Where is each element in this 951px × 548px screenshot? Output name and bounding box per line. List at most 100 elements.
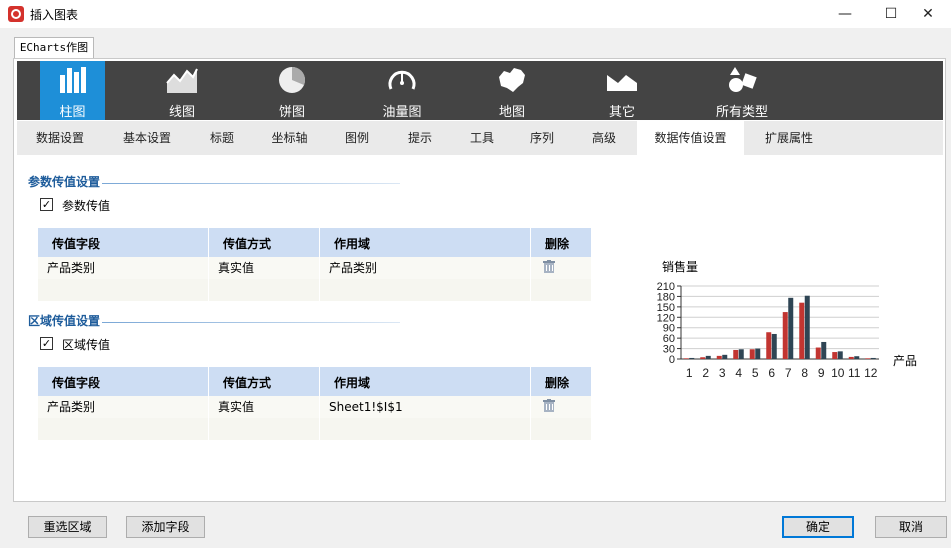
bar-series-1 bbox=[749, 349, 755, 359]
cell-scope[interactable]: Sheet1!$I$1 bbox=[320, 396, 531, 418]
param-section-title: 参数传值设置 bbox=[28, 175, 101, 189]
area-grid: 传值字段 传值方式 作用域 删除 产品类别 真实值 Sheet1!$I$1 bbox=[38, 367, 591, 440]
param-checkbox[interactable]: ✓ bbox=[40, 198, 53, 211]
col-header-delete: 删除 bbox=[545, 237, 570, 251]
reselect-area-button[interactable]: 重选区域 bbox=[28, 516, 107, 538]
x-tick-label: 5 bbox=[752, 366, 759, 380]
bar-series-2 bbox=[837, 351, 843, 359]
bar-series-2 bbox=[870, 357, 876, 359]
bar-series-1 bbox=[716, 355, 722, 359]
bar-chart-icon bbox=[59, 67, 86, 93]
chart-type-label: 油量图 bbox=[382, 105, 422, 120]
cell-field[interactable]: 产品类别 bbox=[38, 257, 209, 279]
chart-type-other[interactable]: 其它 bbox=[587, 61, 657, 120]
x-tick-label: 9 bbox=[818, 366, 825, 380]
tab-advanced[interactable]: 高级 bbox=[579, 121, 629, 155]
y-tick-label: 0 bbox=[669, 354, 675, 366]
echarts-doc-tab[interactable]: ECharts作图 bbox=[14, 37, 94, 59]
tab-data-passing[interactable]: 数据传值设置 bbox=[637, 121, 744, 155]
col-header-method: 传值方式 bbox=[209, 367, 320, 396]
grid-header: 传值字段 传值方式 作用域 删除 bbox=[38, 367, 591, 396]
add-field-button[interactable]: 添加字段 bbox=[126, 516, 205, 538]
bar-series-2 bbox=[705, 355, 711, 359]
settings-tabs: 数据设置 基本设置 标题 坐标轴 图例 提示 工具 序列 高级 数据传值设置 扩… bbox=[17, 121, 943, 155]
trash-icon[interactable] bbox=[543, 260, 555, 273]
trash-icon[interactable] bbox=[543, 399, 555, 412]
chart-type-label: 其它 bbox=[608, 105, 635, 120]
table-row[interactable]: 产品类别 真实值 产品类别 bbox=[38, 257, 591, 279]
chart-type-label: 饼图 bbox=[278, 105, 305, 120]
bar-series-2 bbox=[788, 297, 794, 359]
param-grid: 传值字段 传值方式 作用域 删除 产品类别 真实值 产品类别 bbox=[38, 228, 591, 301]
title-bar: 插入图表 — ☐ ✕ bbox=[0, 0, 951, 28]
tab-axis[interactable]: 坐标轴 bbox=[262, 121, 317, 155]
col-header-scope: 作用域 bbox=[320, 367, 531, 396]
bar-series-2 bbox=[854, 356, 860, 359]
x-tick-label: 1 bbox=[686, 366, 693, 380]
cell-field[interactable]: 产品类别 bbox=[38, 396, 209, 418]
chart-type-map[interactable]: 地图 bbox=[477, 61, 547, 120]
bar-series-2 bbox=[804, 295, 810, 359]
x-tick-label: 4 bbox=[735, 366, 742, 380]
close-button[interactable]: ✕ bbox=[905, 0, 951, 28]
cell-method[interactable]: 真实值 bbox=[209, 396, 320, 418]
x-tick-label: 2 bbox=[702, 366, 709, 380]
chart-type-all[interactable]: 所有类型 bbox=[697, 61, 787, 120]
cell-method[interactable]: 真实值 bbox=[209, 257, 320, 279]
empty-cell bbox=[38, 418, 209, 440]
x-tick-label: 7 bbox=[785, 366, 792, 380]
bar-series-1 bbox=[683, 358, 689, 359]
empty-cell bbox=[209, 279, 320, 301]
table-row[interactable]: 产品类别 真实值 Sheet1!$I$1 bbox=[38, 396, 591, 418]
bar-series-1 bbox=[865, 358, 871, 359]
pie-chart-icon bbox=[279, 67, 305, 93]
tab-basic-settings[interactable]: 基本设置 bbox=[112, 121, 182, 155]
ok-button[interactable]: 确定 bbox=[782, 516, 854, 538]
y-tick-label: 90 bbox=[663, 323, 675, 335]
x-tick-label: 10 bbox=[831, 366, 845, 380]
bar-series-1 bbox=[815, 347, 821, 359]
tab-data-settings[interactable]: 数据设置 bbox=[25, 121, 95, 155]
tab-extended[interactable]: 扩展属性 bbox=[754, 121, 824, 155]
app-icon bbox=[8, 6, 24, 22]
x-tick-label: 6 bbox=[768, 366, 775, 380]
table-row-empty bbox=[38, 279, 591, 301]
chart-type-pie-chart[interactable]: 饼图 bbox=[257, 61, 327, 120]
window-title: 插入图表 bbox=[30, 8, 79, 22]
gauge-icon bbox=[388, 70, 416, 90]
x-tick-label: 11 bbox=[848, 366, 861, 380]
tab-title[interactable]: 标题 bbox=[197, 121, 247, 155]
chart-type-bar: 柱图 线图 饼图 油量图 地图 其它 所有类型 bbox=[17, 61, 943, 120]
bar-series-2 bbox=[771, 333, 777, 359]
tab-tooltip[interactable]: 提示 bbox=[395, 121, 445, 155]
col-header-field: 传值字段 bbox=[38, 367, 209, 396]
y-tick-label: 120 bbox=[657, 312, 675, 324]
param-checkbox-label: 参数传值 bbox=[62, 199, 111, 213]
bar-series-1 bbox=[832, 352, 838, 359]
chart-type-label: 柱图 bbox=[59, 105, 86, 120]
bar-series-1 bbox=[766, 332, 772, 359]
bar-series-1 bbox=[700, 357, 706, 359]
cancel-button[interactable]: 取消 bbox=[875, 516, 947, 538]
y-tick-label: 210 bbox=[657, 281, 675, 293]
chart-type-gauge[interactable]: 油量图 bbox=[367, 61, 437, 120]
y-tick-label: 180 bbox=[657, 291, 675, 303]
chart-type-line-chart[interactable]: 线图 bbox=[147, 61, 217, 120]
tab-series[interactable]: 序列 bbox=[517, 121, 567, 155]
area-checkbox[interactable]: ✓ bbox=[40, 337, 53, 350]
tab-legend[interactable]: 图例 bbox=[332, 121, 382, 155]
chart-type-label: 线图 bbox=[168, 105, 195, 120]
col-header-field: 传值字段 bbox=[38, 228, 209, 257]
bar-series-2 bbox=[738, 349, 744, 359]
bar-series-2 bbox=[689, 357, 695, 359]
minimize-button[interactable]: — bbox=[822, 0, 868, 28]
tab-toolbox[interactable]: 工具 bbox=[457, 121, 507, 155]
chart-preview: 销售量 产品 0 30 60 90 120 150 180 210 1 2 3 4 5 6 7 8 9 10 11 1… bbox=[655, 255, 925, 385]
chart-type-bar-chart[interactable]: 柱图 bbox=[40, 61, 105, 120]
col-header-scope: 作用域 bbox=[320, 228, 531, 257]
empty-cell bbox=[320, 279, 531, 301]
cell-scope[interactable]: 产品类别 bbox=[320, 257, 531, 279]
empty-cell bbox=[38, 279, 209, 301]
chart-type-label: 地图 bbox=[498, 105, 525, 120]
area-section-title: 区域传值设置 bbox=[28, 314, 101, 328]
